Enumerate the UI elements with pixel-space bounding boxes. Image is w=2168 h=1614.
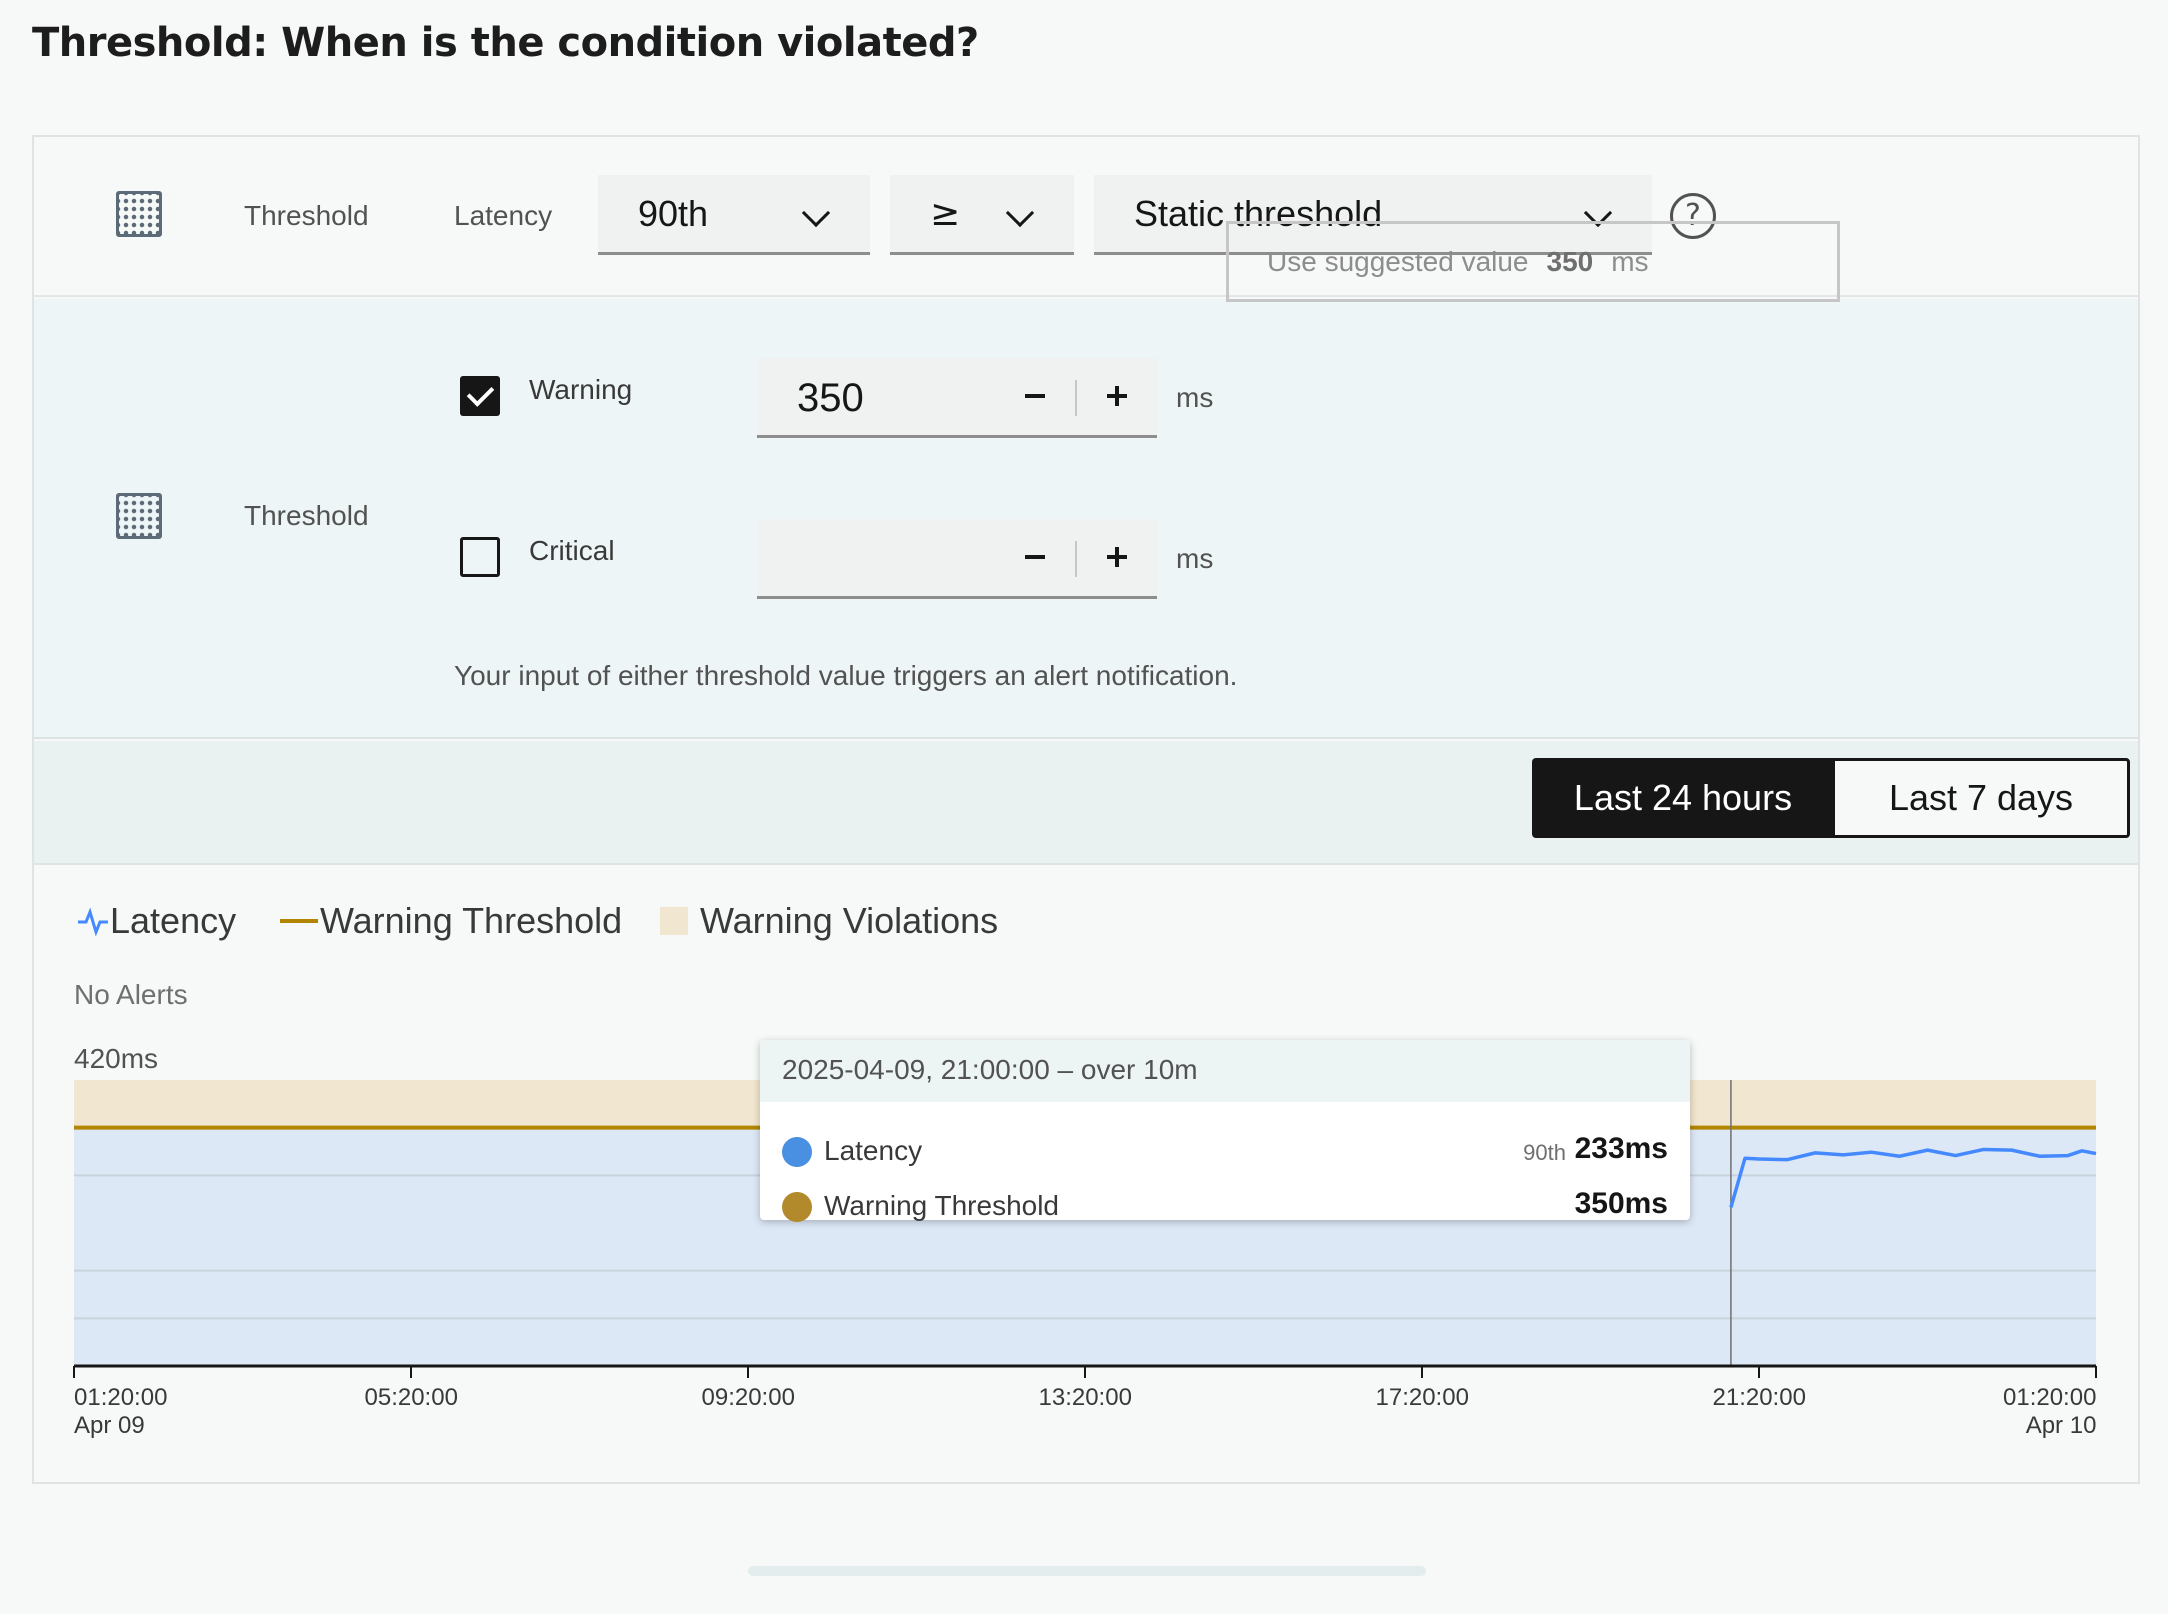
tooltip-row-latency: Latency 90th 233ms: [782, 1130, 1668, 1174]
threshold-dot-icon: [782, 1192, 812, 1222]
x-tick-date: Apr 10: [2025, 1412, 2097, 1439]
x-tick-label: 13:20:00: [1039, 1384, 1132, 1412]
x-tick-label: 01:20:00 Apr 09: [74, 1384, 167, 1440]
horizontal-scrollbar[interactable]: [748, 1566, 1426, 1576]
x-tick-label: 01:20:00 Apr 10: [2003, 1384, 2096, 1440]
x-tick-time: 01:20:00: [2003, 1384, 2097, 1411]
x-tick-time: 21:20:00: [1712, 1384, 1806, 1411]
latency-chart[interactable]: [0, 0, 2168, 1614]
tooltip-latency-value: 233ms: [1574, 1132, 1668, 1165]
x-tick-time: 01:20:00: [74, 1384, 168, 1411]
tooltip-header: 2025-04-09, 21:00:00 – over 10m: [760, 1040, 1690, 1102]
tooltip-threshold-name: Warning Threshold: [824, 1190, 1060, 1221]
x-tick-label: 21:20:00: [1713, 1384, 1806, 1412]
x-tick-date: Apr 09: [74, 1412, 145, 1439]
x-tick-time: 05:20:00: [364, 1384, 458, 1411]
x-tick-label: 09:20:00: [702, 1384, 795, 1412]
chart-tooltip: 2025-04-09, 21:00:00 – over 10m Latency …: [760, 1040, 1690, 1222]
tooltip-latency-name: Latency: [824, 1135, 923, 1166]
x-tick-time: 09:20:00: [701, 1384, 795, 1411]
x-tick-time: 13:20:00: [1038, 1384, 1132, 1411]
latency-dot-icon: [782, 1137, 812, 1167]
tooltip-threshold-value: 350ms: [1574, 1187, 1668, 1220]
x-tick-label: 05:20:00: [365, 1384, 458, 1412]
tooltip-row-warning-threshold: Warning Threshold 350ms: [782, 1185, 1668, 1229]
x-tick-time: 17:20:00: [1375, 1384, 1469, 1411]
tooltip-latency-percentile: 90th: [1523, 1140, 1566, 1165]
x-tick-label: 17:20:00: [1376, 1384, 1469, 1412]
